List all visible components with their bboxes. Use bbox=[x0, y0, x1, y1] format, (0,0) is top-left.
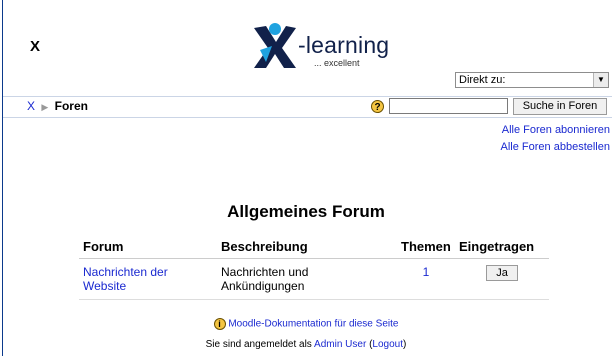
topics-count-link[interactable]: 1 bbox=[423, 265, 430, 279]
subscribe-toggle-button[interactable]: Ja bbox=[486, 265, 518, 281]
breadcrumb-separator-icon: ▶ bbox=[41, 102, 49, 112]
column-header: Eingetragen bbox=[455, 235, 549, 259]
forums-table: Forum Beschreibung Themen Eingetragen Na… bbox=[79, 235, 549, 300]
table-header-row: Forum Beschreibung Themen Eingetragen bbox=[79, 235, 549, 259]
site-logo[interactable]: -learning ... excellent bbox=[252, 22, 392, 74]
logo-text: -learning bbox=[298, 32, 390, 58]
forum-description: Nachrichten und Ankündigungen bbox=[217, 258, 397, 300]
site-short-name: X bbox=[30, 38, 41, 55]
info-icon: i bbox=[213, 318, 226, 330]
search-input[interactable] bbox=[389, 98, 508, 114]
subscription-links: Alle Foren abonnieren Alle Foren abbeste… bbox=[501, 122, 610, 156]
logout-link[interactable]: Logout bbox=[372, 339, 403, 350]
column-header: Beschreibung bbox=[217, 235, 397, 259]
moodle-docs-link[interactable]: Moodle-Dokumentation für diese Seite bbox=[228, 319, 398, 330]
logo-mark-icon bbox=[254, 23, 296, 68]
chevron-down-icon[interactable]: ▼ bbox=[593, 73, 608, 87]
breadcrumb-current: Foren bbox=[54, 99, 88, 113]
unsubscribe-all-link[interactable]: Alle Foren abbestellen bbox=[501, 139, 610, 156]
help-icon[interactable]: ? bbox=[371, 100, 384, 113]
jump-to-select[interactable]: Direkt zu: ▼ bbox=[455, 72, 609, 88]
user-profile-link[interactable]: Admin User bbox=[314, 339, 366, 350]
breadcrumb-home-link[interactable]: X bbox=[27, 99, 35, 113]
breadcrumb: X ▶ Foren bbox=[27, 99, 88, 113]
forum-link[interactable]: Nachrichten der Website bbox=[83, 265, 168, 293]
subscribe-all-link[interactable]: Alle Foren abonnieren bbox=[501, 122, 610, 139]
column-header: Themen bbox=[397, 235, 455, 259]
login-info-text: Sie sind angemeldet als bbox=[205, 339, 312, 350]
docs-footer: i Moodle-Dokumentation für diese Seite bbox=[0, 318, 612, 330]
logo-tagline: ... excellent bbox=[314, 58, 360, 68]
search-forums-button[interactable]: Suche in Foren bbox=[513, 98, 607, 115]
section-title: Allgemeines Forum bbox=[227, 202, 385, 221]
jump-to-value: Direkt zu: bbox=[459, 74, 506, 86]
login-info: Sie sind angemeldet als Admin User (Logo… bbox=[0, 339, 612, 350]
table-row: Nachrichten der Website Nachrichten und … bbox=[79, 258, 549, 300]
navigation-bar: X ▶ Foren ? Suche in Foren bbox=[3, 96, 612, 118]
column-header: Forum bbox=[79, 235, 217, 259]
logout-paren-close: ) bbox=[403, 339, 407, 350]
